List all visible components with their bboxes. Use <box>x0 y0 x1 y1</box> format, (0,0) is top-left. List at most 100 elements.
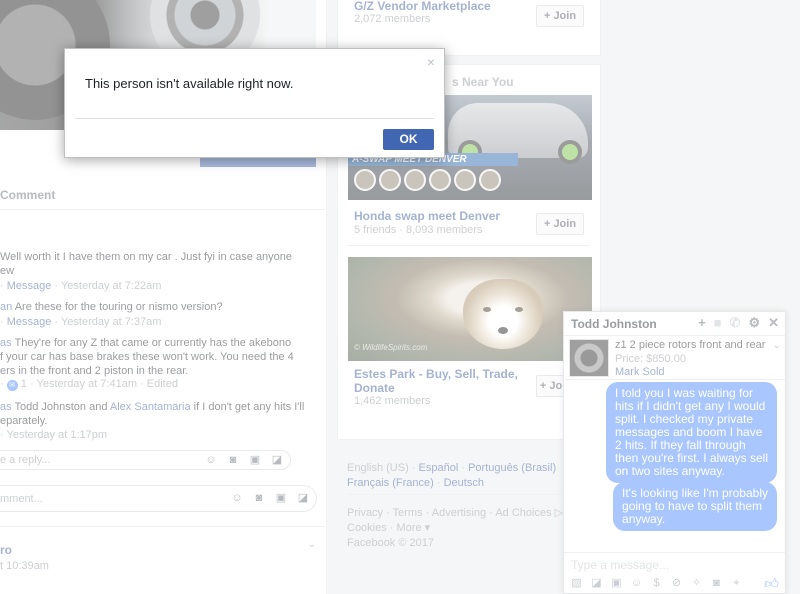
emoji-icon[interactable]: ☺ <box>204 454 218 467</box>
emoji-icon[interactable]: ☺ <box>630 577 643 590</box>
commenter-name[interactable]: an <box>0 301 12 313</box>
join-button[interactable]: + Jo <box>536 375 566 397</box>
post-time[interactable]: t 10:39am <box>0 560 49 572</box>
comment-3-meta: · ✉ 1 · Yesterday at 7:41am · Edited <box>0 378 178 391</box>
commenter-name[interactable]: as <box>0 401 12 413</box>
message-input[interactable]: Type a message... ▨ ◪ ▣ ☺ $ ⊘ ✧ ◙ ⌖ 👍︎ <box>564 552 785 594</box>
reaction-icon[interactable]: ✉ <box>6 380 18 391</box>
language-list: English (US) · Español · Português (Bras… <box>347 462 557 489</box>
comment-time[interactable]: Yesterday at 7:37am <box>61 316 162 328</box>
plus-icon: + <box>543 218 551 230</box>
gif-icon[interactable]: ▣ <box>274 492 288 505</box>
comment-2: an Are these for the touring or nismo ve… <box>0 300 300 314</box>
sticker-icon[interactable]: ◪ <box>590 577 603 590</box>
sticker-icon[interactable]: ◪ <box>296 492 310 505</box>
message-bubble[interactable]: It's looking like I'm probably going to … <box>613 482 777 531</box>
language-link[interactable]: Español <box>419 462 459 474</box>
comment-4-meta: · Yesterday at 1:17pm <box>0 429 107 441</box>
language-link[interactable]: Português (Brasil) <box>468 462 556 474</box>
phone-icon[interactable]: ✆ <box>730 316 741 330</box>
comment-time[interactable]: Yesterday at 7:22am <box>61 280 162 292</box>
gif-icon[interactable]: ▣ <box>610 577 623 590</box>
comment-text-cont: eparately. <box>0 415 48 427</box>
ok-button[interactable]: OK <box>383 129 434 150</box>
add-icon[interactable]: + <box>698 316 706 330</box>
comment-text: They're for any Z that came or currently… <box>11 337 292 349</box>
post-author[interactable]: ro <box>0 543 12 557</box>
copyright: Facebook © 2017 <box>347 537 434 549</box>
location-icon[interactable]: ⌖ <box>730 577 743 590</box>
group-name[interactable]: Estes Park - Buy, Sell, Trade, Donate <box>354 367 518 395</box>
reply-input[interactable]: e a reply... ☺ ◙ ▣ ◪ <box>0 450 291 470</box>
reply-placeholder: e a reply... <box>0 454 51 466</box>
gear-icon[interactable]: ⚙ <box>748 316 760 330</box>
eye-graphic <box>515 307 523 312</box>
message-line: 2 hits. If they fall through <box>614 438 746 452</box>
chat-header[interactable]: Todd Johnston + ■ ✆ ⚙ ✕ <box>564 312 785 336</box>
message-link[interactable]: Message <box>7 280 52 292</box>
chevron-down-icon[interactable]: ⌄ <box>308 539 316 550</box>
comment-time[interactable]: Yesterday at 1:17pm <box>7 429 108 441</box>
close-icon[interactable]: ✕ <box>768 316 779 330</box>
payment-icon[interactable]: $ <box>650 577 663 590</box>
comment-action-bar[interactable]: Comment <box>0 180 326 210</box>
game-icon[interactable]: ✧ <box>690 577 703 590</box>
divider <box>348 245 590 246</box>
sticker-icon[interactable]: ◪ <box>270 454 284 467</box>
camera-icon[interactable]: ◙ <box>252 492 266 505</box>
listing-title[interactable]: z1 2 piece rotors front and rear <box>615 339 765 351</box>
message-bubble[interactable]: I told you I was waiting for hits if I d… <box>605 382 777 483</box>
group-members: 5 friends · 8,093 members <box>354 224 483 236</box>
wheel-graphic <box>558 140 582 164</box>
emoji-icon[interactable]: ☺ <box>230 492 244 505</box>
footer-links-line1[interactable]: Privacy · Terms · Advertising · Ad Choic… <box>347 507 570 519</box>
camera-icon[interactable]: ◙ <box>226 454 240 467</box>
message-line: I told you I was waiting for <box>614 386 754 400</box>
like-icon[interactable]: 👍︎ <box>764 575 779 592</box>
join-label: Join <box>553 218 577 230</box>
eye-graphic <box>483 307 491 312</box>
attachment-icon[interactable]: ⊘ <box>670 577 683 590</box>
comment-time[interactable]: Yesterday at 7:41am <box>37 378 138 390</box>
commenter-name[interactable]: as <box>0 337 12 349</box>
comment-input[interactable]: mment... ☺ ◙ ▣ ◪ <box>0 485 317 512</box>
footer-links-line2[interactable]: Cookies · More ▾ <box>347 522 430 534</box>
video-call-icon[interactable]: ■ <box>714 316 722 330</box>
group-cover-estes[interactable]: © WildlifeSpirits.com <box>348 257 592 361</box>
comment-text: Well worth it I have them on my car . Ju… <box>0 251 293 263</box>
group-name[interactable]: Honda swap meet Denver <box>354 209 500 223</box>
message-link[interactable]: Message <box>7 316 52 328</box>
join-button[interactable]: + Join <box>536 5 584 27</box>
reaction-count[interactable]: 1 <box>21 378 27 390</box>
chat-title[interactable]: Todd Johnston <box>571 317 657 331</box>
fox-graphic <box>463 279 543 349</box>
comment-label[interactable]: Comment <box>0 188 55 202</box>
chevron-down-icon[interactable]: ⌄ <box>773 340 781 351</box>
message-line: hits if I didn't get any I would <box>614 399 766 413</box>
edited-label[interactable]: Edited <box>147 378 178 390</box>
unavailable-dialog: × This person isn't available right now.… <box>64 48 445 158</box>
member-thumbnails <box>354 169 501 191</box>
photo-icon[interactable]: ▨ <box>570 577 583 590</box>
message-line: It's looking like I'm probably <box>622 486 768 500</box>
chat-window: Todd Johnston + ■ ✆ ⚙ ✕ z1 2 piece rotor… <box>563 311 786 594</box>
plus-icon: + <box>539 380 547 392</box>
group-name[interactable]: G/Z Vendor Marketplace <box>354 0 491 13</box>
mention-link[interactable]: Alex Santamaria <box>110 401 191 413</box>
mark-sold-link[interactable]: Mark Sold <box>615 366 665 378</box>
section-title: s Near You <box>452 75 514 89</box>
language-link[interactable]: Deutsch <box>444 477 484 489</box>
camera-icon[interactable]: ◙ <box>710 577 723 590</box>
join-button[interactable]: + Join <box>536 213 584 235</box>
comment-1: Well worth it I have them on my car . Ju… <box>0 250 300 278</box>
meta-separator: · <box>0 378 7 390</box>
comment-1-meta: · Message · Yesterday at 7:22am <box>0 280 162 292</box>
comment-4: as Todd Johnston and Alex Santamaria if … <box>0 400 304 428</box>
language-link[interactable]: Français (France) <box>347 477 434 489</box>
listing-thumbnail[interactable] <box>569 339 609 377</box>
gif-icon[interactable]: ▣ <box>248 454 262 467</box>
dialog-message: This person isn't available right now. <box>85 76 294 91</box>
message-line: messages and boom I have <box>614 425 763 439</box>
marketplace-listing[interactable]: z1 2 piece rotors front and rear Price: … <box>564 336 785 380</box>
close-icon[interactable]: × <box>427 54 435 70</box>
